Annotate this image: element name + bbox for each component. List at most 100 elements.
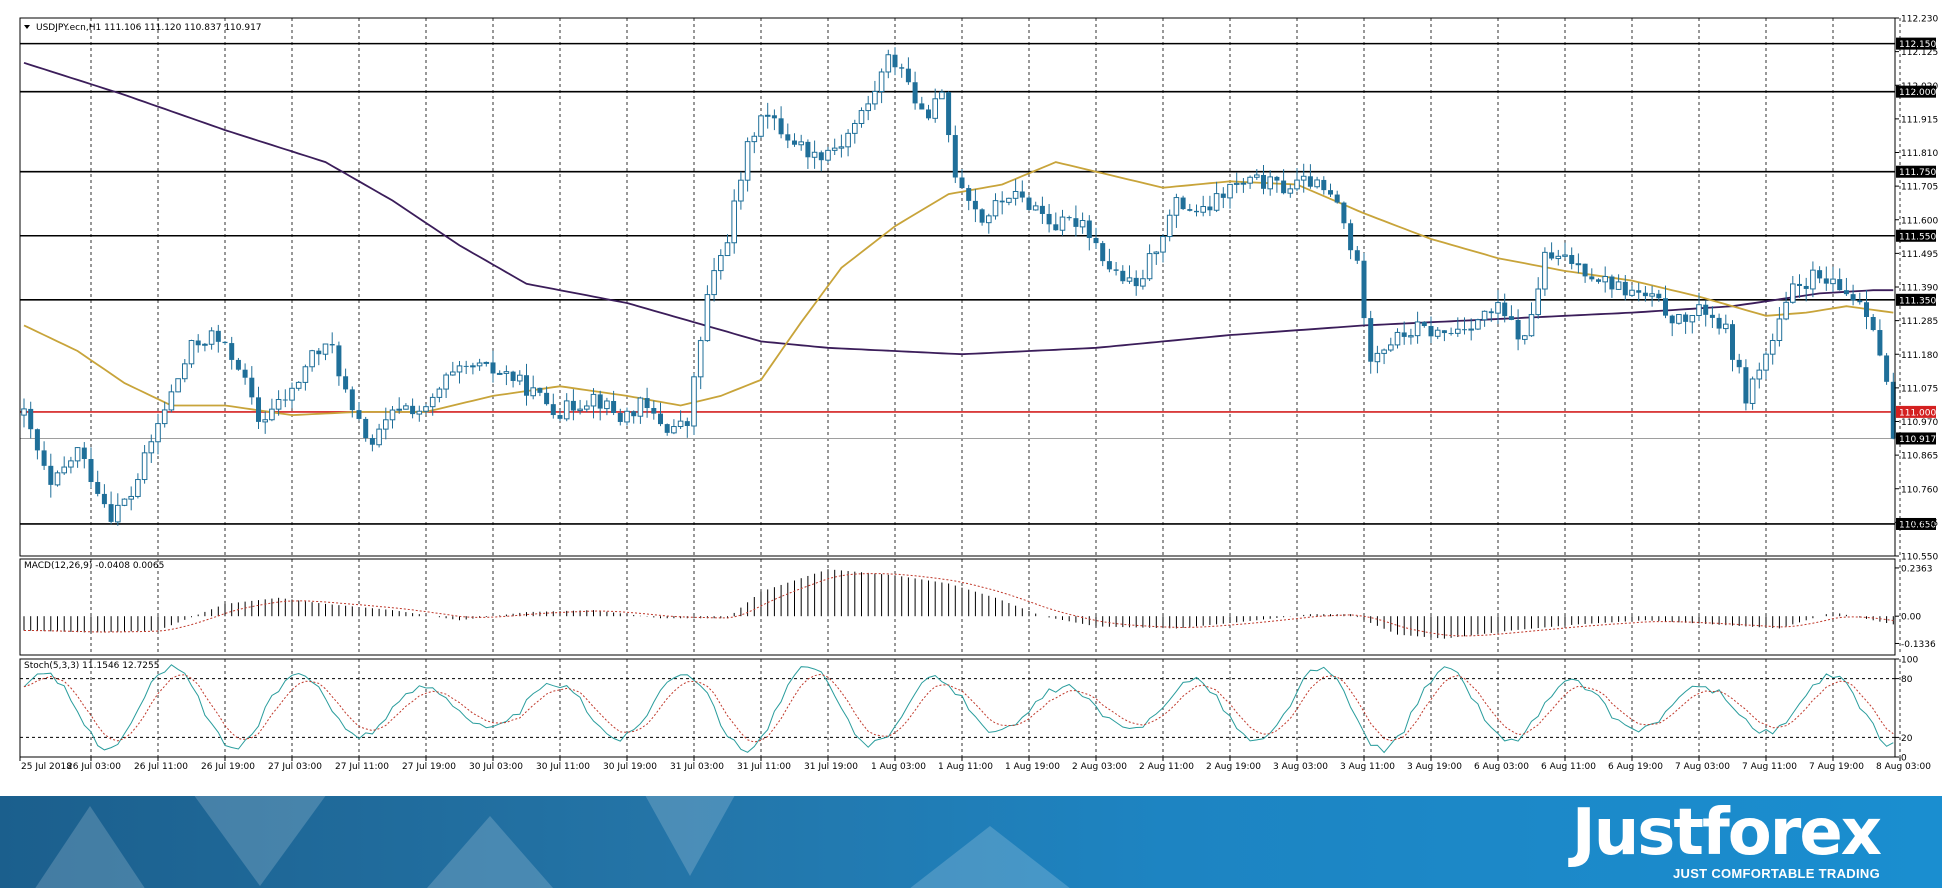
macd-tick-label: 0.2363 [1901,564,1933,574]
candle-body-down [316,350,322,355]
candle-body-up [1575,263,1582,266]
candle-body-down [1488,311,1494,314]
price-tick-label: 111.075 [1901,384,1938,394]
candle-body-down [651,408,657,414]
candle-body-down [329,344,335,346]
candle-body-down [899,67,905,69]
candle-body-down [912,82,918,104]
time-tick-label: 27 Jul 19:00 [402,762,456,772]
candle-body-up [1749,378,1756,404]
candle-body-down [1053,224,1059,231]
time-tick-label: 3 Aug 03:00 [1273,762,1328,772]
candle-body-up [155,423,161,443]
candle-body-down [999,200,1005,203]
candle-body-down [1743,367,1749,404]
candle-body-up [443,374,449,390]
candle-body-down [1589,276,1595,280]
candle-body-down [1703,304,1709,315]
candle-body-down [1261,174,1266,189]
candle-body-down [215,330,221,342]
candle-body-up [1434,329,1441,337]
candle-body-up [275,399,282,410]
candle-body-up [1394,331,1401,346]
macd-panel-title: MACD(12,26,9) -0.0408 0.0065 [24,561,164,571]
candle-body-down [1328,190,1333,195]
justforex-logo: Justforex [1571,796,1882,870]
candle-body-down [1857,300,1863,303]
time-tick-label: 1 Aug 19:00 [1005,762,1060,772]
candle-body-down [256,397,261,422]
candle-body-down [1106,261,1112,270]
candle-body-down [1596,279,1601,282]
price-tick-label: 112.230 [1901,15,1938,25]
stoch-panel-title: Stoch(5,3,3) 11.1546 12.7255 [24,661,159,671]
candle-body-up [1233,182,1240,185]
candle-body-down [1502,302,1508,317]
candle-body-up [825,149,831,161]
level-badge-label: 111.750 [1899,168,1936,178]
candle-body-down [1073,218,1079,227]
candle-body-down [1462,329,1467,331]
candle-body-down [952,135,958,178]
candle-body-up [1153,251,1160,255]
candle-body-up [416,410,423,415]
candle-body-up [1783,301,1789,320]
candle-body-up [1769,340,1776,355]
candle-body-down [1850,294,1856,301]
time-tick-label: 6 Aug 19:00 [1608,762,1663,772]
candle-body-up [168,391,175,411]
time-tick-label: 7 Aug 19:00 [1809,762,1864,772]
candle-body-up [1481,310,1488,321]
candle-body-up [637,397,644,417]
candle-body-down [1133,277,1139,287]
candle-body-down [1515,319,1521,340]
candle-body-up [1126,277,1133,282]
candle-body-down [1837,279,1843,291]
candle-body-down [249,377,255,398]
candle-body-up [1756,369,1763,380]
candle-body-up [322,343,329,355]
candle-body-up [1166,214,1173,238]
candle-body-up [1287,188,1294,194]
candle-body-down [95,482,101,494]
candle-body-up [1160,236,1166,253]
candle-body-up [724,242,731,257]
candle-body-down [1361,260,1367,319]
candle-body-down [235,359,241,370]
candle-body-down [1321,179,1327,191]
candle-body-up [450,371,456,376]
candle-body-up [61,466,68,474]
candle-body-down [1441,330,1447,334]
candle-body-down [926,109,931,119]
candle-body-down [979,209,985,223]
candle-body-down [349,389,355,411]
candle-body-up [764,114,771,117]
candle-body-up [1495,302,1501,314]
time-tick-label: 6 Aug 11:00 [1541,762,1596,772]
candle-body-up [1790,283,1796,303]
candle-body-down [664,424,670,433]
candle-body-up [718,255,724,272]
candle-body-down [48,465,54,485]
candle-body-down [1877,330,1883,356]
candle-body-down [28,408,34,430]
candle-body-down [81,447,87,459]
candle-body-up [1414,321,1421,337]
candle-body-up [604,400,610,410]
candle-body-up [115,504,121,523]
candle-body-up [1542,251,1548,290]
candle-body-down [1683,314,1689,322]
candle-body-down [1843,290,1849,295]
candle-body-down [1348,223,1354,251]
candle-body-down [805,141,811,158]
candle-body-up [845,132,851,148]
candle-body-up [1006,197,1012,203]
candle-body-down [1207,206,1213,211]
candle-body-up [1254,174,1260,178]
candle-body-down [1354,250,1360,261]
candle-body-up [838,146,845,149]
price-tick-label: 110.970 [1901,418,1938,428]
candle-body-up [1012,190,1019,199]
candle-body-down [785,134,791,141]
candle-body-down [550,404,556,416]
